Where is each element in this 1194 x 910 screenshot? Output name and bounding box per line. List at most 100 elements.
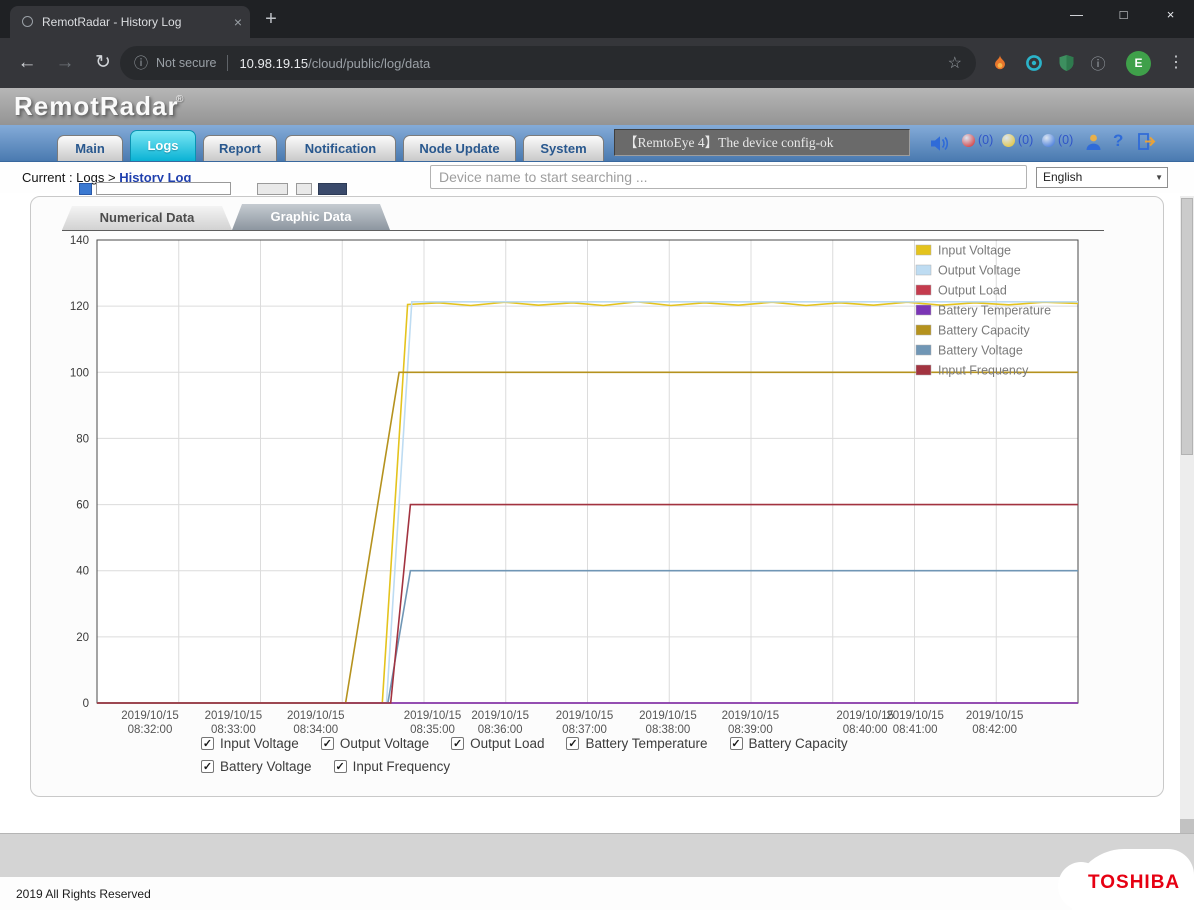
svg-text:Battery Capacity: Battery Capacity (938, 324, 1030, 338)
svg-text:Input Frequency: Input Frequency (938, 364, 1029, 378)
svg-text:08:36:00: 08:36:00 (478, 724, 523, 736)
nav-tab-logs[interactable]: Logs (130, 130, 196, 161)
browser-titlebar: RemotRadar - History Log × + — □ × (0, 0, 1194, 38)
svg-text:2019/10/15: 2019/10/15 (836, 710, 894, 722)
series-filter-row-2: ✓ Battery Voltage ✓ Input Frequency (201, 759, 450, 774)
nav-tab-node-update[interactable]: Node Update (403, 135, 516, 161)
tab-close-icon[interactable]: × (234, 6, 242, 38)
filter-battery-voltage[interactable]: ✓ Battery Voltage (201, 759, 312, 774)
checkbox[interactable]: ✓ (321, 737, 334, 750)
filter-label: Battery Capacity (749, 736, 848, 751)
checkbox[interactable]: ✓ (201, 737, 214, 750)
svg-text:120: 120 (70, 301, 89, 313)
close-window-button[interactable]: × (1147, 0, 1194, 32)
checkbox[interactable]: ✓ (334, 760, 347, 773)
user-icon[interactable] (1085, 133, 1102, 156)
info-counter-ball[interactable] (1042, 134, 1055, 147)
vertical-scrollbar-thumb[interactable] (1181, 198, 1193, 455)
svg-text:40: 40 (76, 566, 89, 578)
svg-text:08:39:00: 08:39:00 (728, 724, 773, 736)
filter-input-frequency[interactable]: ✓ Input Frequency (334, 759, 451, 774)
tab-numerical-data[interactable]: Numerical Data (62, 206, 232, 230)
nav-tab-report[interactable]: Report (203, 135, 277, 161)
scrollbar-corner (1180, 819, 1194, 833)
filter-label: Battery Voltage (220, 759, 312, 774)
svg-text:08:35:00: 08:35:00 (410, 724, 455, 736)
chevron-down-icon: ▼ (1155, 168, 1163, 187)
new-tab-button[interactable]: + (258, 4, 284, 34)
filter-output-load[interactable]: ✓ Output Load (451, 736, 544, 751)
reload-icon[interactable]: ↻ (88, 48, 118, 78)
nav-tab-system[interactable]: System (523, 135, 604, 161)
svg-text:20: 20 (76, 632, 89, 644)
checkbox[interactable]: ✓ (730, 737, 743, 750)
device-status-message: 【RemtoEye 4】The device config-ok (614, 129, 910, 156)
forward-icon[interactable]: → (50, 48, 80, 78)
filter-label: Battery Temperature (585, 736, 707, 751)
language-select[interactable]: English ▼ (1036, 167, 1168, 188)
device-search-input[interactable] (430, 165, 1027, 189)
bookmark-star-icon[interactable]: ☆ (948, 53, 962, 73)
checkbox[interactable]: ✓ (201, 760, 214, 773)
clipped-checkbox-fragment (79, 183, 92, 195)
info-counter-label[interactable]: (0) (1058, 133, 1073, 147)
svg-text:2019/10/15: 2019/10/15 (287, 710, 345, 722)
logout-icon[interactable] (1138, 133, 1157, 155)
svg-text:Battery Voltage: Battery Voltage (938, 344, 1023, 358)
warning-counter-label[interactable]: (0) (1018, 133, 1033, 147)
svg-text:100: 100 (70, 367, 89, 379)
svg-text:140: 140 (70, 235, 89, 247)
page-info-icon[interactable]: ⓘ (134, 53, 148, 73)
svg-text:Output Load: Output Load (938, 284, 1007, 298)
svg-text:2019/10/15: 2019/10/15 (471, 710, 529, 722)
omnibox-divider (227, 55, 228, 71)
filter-output-voltage[interactable]: ✓ Output Voltage (321, 736, 429, 751)
svg-text:08:34:00: 08:34:00 (293, 724, 338, 736)
checkbox[interactable]: ✓ (451, 737, 464, 750)
svg-text:2019/10/15: 2019/10/15 (556, 710, 614, 722)
info-extension-icon[interactable]: ⓘ (1086, 51, 1110, 75)
svg-text:08:42:00: 08:42:00 (972, 724, 1017, 736)
svg-text:Battery Temperature: Battery Temperature (938, 304, 1051, 318)
page-bottom-band (0, 833, 1194, 877)
svg-text:2019/10/15: 2019/10/15 (205, 710, 263, 722)
swirl-extension-icon[interactable] (1022, 51, 1046, 75)
app-logo-registered-mark: ® (176, 94, 183, 105)
minimize-button[interactable]: — (1053, 0, 1100, 32)
shield-extension-icon[interactable] (1054, 51, 1078, 75)
flame-extension-icon[interactable] (988, 51, 1012, 75)
filter-input-voltage[interactable]: ✓ Input Voltage (201, 736, 299, 751)
checkbox[interactable]: ✓ (566, 737, 579, 750)
history-chart: 0204060801001201402019/10/1508:32:002019… (60, 233, 1105, 738)
address-bar[interactable]: ⓘ Not secure 10.98.19.15 /cloud/public/l… (120, 46, 976, 80)
critical-counter-label[interactable]: (0) (978, 133, 993, 147)
profile-avatar[interactable]: E (1126, 51, 1151, 76)
svg-text:08:41:00: 08:41:00 (893, 724, 938, 736)
svg-text:2019/10/15: 2019/10/15 (404, 710, 462, 722)
browser-tab[interactable]: RemotRadar - History Log × (10, 6, 250, 38)
svg-text:08:32:00: 08:32:00 (128, 724, 173, 736)
browser-menu-icon[interactable]: ⋮ (1164, 48, 1188, 78)
svg-text:Output Voltage: Output Voltage (938, 264, 1021, 278)
nav-tab-notification[interactable]: Notification (285, 135, 396, 161)
nav-tab-main[interactable]: Main (57, 135, 123, 161)
tab-graphic-data[interactable]: Graphic Data (232, 204, 390, 230)
svg-text:60: 60 (76, 500, 89, 512)
help-icon[interactable]: ? (1113, 131, 1123, 151)
filter-battery-temperature[interactable]: ✓ Battery Temperature (566, 736, 707, 751)
url-path: /cloud/public/log/data (308, 56, 430, 71)
svg-text:08:33:00: 08:33:00 (211, 724, 256, 736)
svg-text:80: 80 (76, 433, 89, 445)
sound-icon[interactable] (930, 135, 950, 157)
security-label: Not secure (156, 56, 216, 70)
url-host: 10.98.19.15 (239, 56, 308, 71)
filter-battery-capacity[interactable]: ✓ Battery Capacity (730, 736, 848, 751)
filter-label: Output Voltage (340, 736, 429, 751)
main-navigation: Main Logs Report Notification Node Updat… (0, 125, 1194, 162)
clipped-button-fragment-3 (318, 183, 347, 195)
back-icon[interactable]: ← (12, 48, 42, 78)
series-filter-row-1: ✓ Input Voltage ✓ Output Voltage ✓ Outpu… (201, 736, 848, 751)
warning-counter-ball[interactable] (1002, 134, 1015, 147)
maximize-button[interactable]: □ (1100, 0, 1147, 32)
critical-counter-ball[interactable] (962, 134, 975, 147)
